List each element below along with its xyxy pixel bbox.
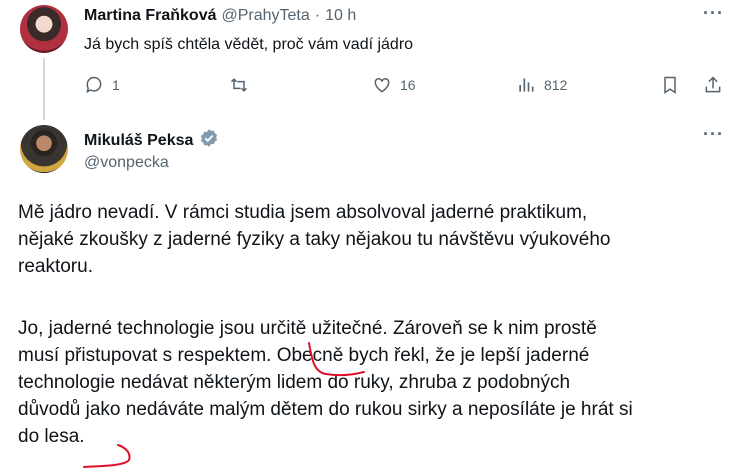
separator-dot: · [314, 7, 321, 24]
avatar-martina[interactable] [20, 5, 68, 53]
verified-badge-icon [199, 128, 219, 153]
retweet-icon [228, 75, 250, 95]
author-handle[interactable]: @PrahyTeta [221, 7, 309, 25]
author-name[interactable]: Martina Fraňková [84, 7, 216, 25]
more-icon[interactable]: ··· [703, 3, 724, 24]
views-action[interactable]: 812 [516, 75, 567, 95]
like-action[interactable]: 16 [372, 75, 416, 95]
reply-header: Martina Fraňková @PrahyTeta · 10 h [84, 7, 356, 25]
tweet-paragraph-2: Jo, jaderné technologie jsou určitě užit… [18, 318, 633, 447]
author-handle[interactable]: @vonpecka [84, 154, 169, 172]
reply-count: 1 [112, 77, 120, 93]
like-count: 16 [400, 77, 416, 93]
share-icon[interactable] [703, 75, 723, 100]
tweet-time[interactable]: 10 h [325, 7, 356, 25]
views-icon [516, 75, 536, 95]
reply-icon [84, 75, 104, 95]
tweet-paragraph-1: Mě jádro nevadí. V rámci studia jsem abs… [18, 202, 611, 277]
main-header: Mikuláš Peksa [84, 128, 219, 153]
retweet-action[interactable] [228, 75, 258, 95]
like-icon [372, 75, 392, 95]
views-count: 812 [544, 77, 568, 93]
avatar-mikulas[interactable] [20, 125, 68, 173]
reply-text: Já bych spíš chtěla vědět, proč vám vadí… [84, 36, 414, 53]
author-name[interactable]: Mikuláš Peksa [84, 132, 193, 150]
bookmark-icon[interactable] [660, 75, 680, 100]
thread-line [43, 58, 45, 120]
reply-action[interactable]: 1 [84, 75, 120, 95]
more-icon[interactable]: ··· [703, 124, 724, 145]
